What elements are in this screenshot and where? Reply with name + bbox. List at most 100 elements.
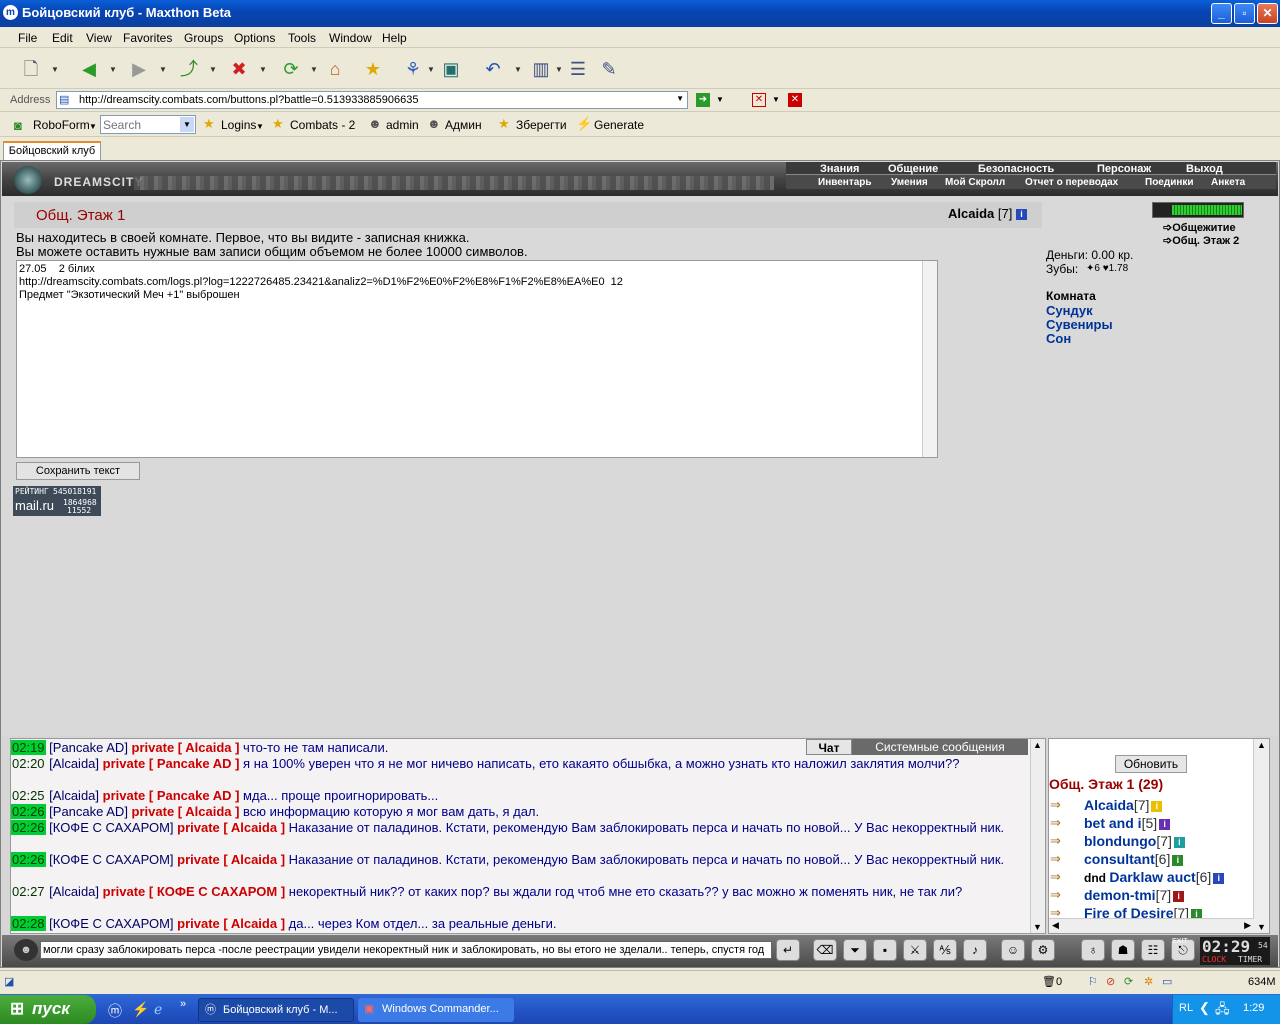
online-user-row[interactable]: ⇒ consultant[6] i [1050, 851, 1250, 869]
start-button[interactable]: ⊞ пуск [0, 995, 96, 1024]
chat-private-target[interactable]: private [ Pancake AD ] [103, 756, 243, 771]
rating-counter[interactable]: РЕЙТИНГ 545018191 mail.ru 1864968 11552 [13, 486, 101, 516]
maxthon-app-icon[interactable]: m [3, 5, 18, 20]
chat-time[interactable]: 02:26 [11, 852, 46, 867]
scroll-down-icon[interactable]: ▼ [1033, 922, 1042, 932]
tray-back-icon[interactable]: ❮ [1199, 1000, 1210, 1016]
translit-icon[interactable]: ⅍ [933, 939, 957, 961]
menu-options[interactable]: Options [234, 31, 275, 45]
network-icon[interactable]: 🖧 [1215, 1000, 1230, 1022]
nav-my-scroll[interactable]: Мой Скролл [945, 177, 1005, 188]
combats-link[interactable]: Combats - 2 [290, 118, 355, 132]
menu-groups[interactable]: Groups [184, 31, 223, 45]
trash-icon[interactable]: 🗑 [1042, 975, 1056, 988]
online-user-name[interactable]: bet and i[5] i [1084, 815, 1171, 831]
private-message-icon[interactable]: ⇒ [1050, 869, 1061, 885]
columns-icon[interactable]: ▥ [528, 56, 554, 82]
save-text-button[interactable]: Сохранить текст [16, 462, 140, 480]
save-link[interactable]: Зберегти [516, 118, 567, 132]
info-icon[interactable]: i [1173, 890, 1185, 902]
stop-icon[interactable]: ✖ [226, 56, 252, 82]
address-input[interactable]: ▤ http://dreamscity.combats.com/buttons.… [56, 91, 688, 109]
private-message-icon[interactable]: ⇒ [1050, 851, 1061, 867]
chat-settings-icon[interactable]: ⚙ [1031, 939, 1055, 961]
chat-sender[interactable]: [КОФЕ С САХАРОМ] [46, 852, 178, 867]
chevron-down-icon[interactable]: ▼ [427, 65, 435, 74]
chat-time[interactable]: 02:28 [11, 916, 46, 931]
eraser-icon[interactable]: ⌫ [813, 939, 837, 961]
link-dormitory[interactable]: ➩Общежитие [1163, 221, 1236, 234]
menu-tools[interactable]: Tools [288, 31, 316, 45]
favorites-star-icon[interactable]: ★ [360, 56, 386, 82]
info-icon[interactable]: i [1015, 209, 1027, 221]
tab-fight-club[interactable]: Бойцовский клуб [3, 141, 101, 160]
online-scrollbar[interactable]: ▲ ▼ [1253, 739, 1269, 933]
chat-time[interactable]: 02:20 [11, 756, 46, 771]
filter-icon[interactable]: ⏷ [843, 939, 867, 961]
nav-battles[interactable]: Поединки [1145, 177, 1194, 188]
chevron-down-icon[interactable]: ▼ [259, 65, 267, 74]
maximize-button[interactable]: ▫ [1234, 3, 1255, 24]
address-url[interactable]: http://dreamscity.combats.com/buttons.pl… [79, 94, 419, 106]
info-icon[interactable]: i [1172, 854, 1184, 866]
private-message-icon[interactable]: ⇒ [1050, 833, 1061, 849]
chevron-down-icon[interactable]: ▼ [209, 65, 217, 74]
nav-exit[interactable]: Выход [1186, 163, 1223, 175]
refresh-icon[interactable]: ⟳ [278, 56, 304, 82]
groups-icon[interactable]: ⚘ [400, 56, 426, 82]
scroll-down-icon[interactable]: ▼ [1257, 922, 1266, 932]
nav-inventory[interactable]: Инвентарь [818, 177, 872, 188]
online-user-row[interactable]: ⇒ blondungo[7] i [1050, 833, 1250, 851]
chat-time[interactable]: 02:27 [11, 884, 46, 899]
chevron-down-icon[interactable]: ▼ [772, 95, 780, 104]
nav-character[interactable]: Персонаж [1097, 163, 1151, 175]
chat-time[interactable]: 02:26 [11, 804, 46, 819]
chevron-down-icon[interactable]: ▼ [51, 65, 59, 74]
taskbar-item-windows-commander[interactable]: ▣ Windows Commander... [358, 998, 514, 1022]
info-icon[interactable]: i [1151, 800, 1163, 812]
menu-window[interactable]: Window [329, 31, 372, 45]
go-icon[interactable]: ➜ [696, 93, 710, 107]
close-window-button[interactable]: ✕ [1257, 3, 1278, 24]
chat-private-target[interactable]: private [ Alcaida ] [177, 820, 289, 835]
status-tool-icon[interactable]: ⚐ [1088, 975, 1098, 988]
language-indicator[interactable]: RL [1179, 1002, 1193, 1014]
info-icon[interactable]: i [1213, 872, 1225, 884]
generate-button[interactable]: Generate [594, 118, 644, 132]
chat-sender[interactable]: [Alcaida] [46, 788, 103, 803]
chevron-down-icon[interactable]: ▼ [109, 65, 117, 74]
chevron-down-icon[interactable]: ▼ [310, 65, 318, 74]
scroll-right-icon[interactable]: ▶ [1244, 920, 1251, 931]
notes-textarea[interactable]: 27.05 2 білих http://dreamscity.combats.… [16, 260, 938, 458]
online-user-name[interactable]: blondungo[7] i [1084, 833, 1185, 849]
nav-communication[interactable]: Общение [888, 163, 938, 175]
private-message-icon[interactable]: ⇒ [1050, 815, 1061, 831]
chat-private-target[interactable]: private [ Alcaida ] [177, 852, 289, 867]
online-user-name[interactable]: demon-tmi[7] i [1084, 887, 1185, 903]
online-user-row[interactable]: ⇒ bet and i[5] i [1050, 815, 1250, 833]
send-icon[interactable]: ↵ [776, 939, 800, 961]
admin-link[interactable]: admin [386, 118, 419, 132]
chat-time[interactable]: 02:19 [11, 740, 46, 755]
status-flash-icon[interactable]: ✲ [1144, 975, 1153, 988]
chat-scrollbar[interactable]: ▲ ▼ [1030, 739, 1045, 933]
chat-private-target[interactable]: private [ Alcaida ] [132, 804, 244, 819]
online-user-row[interactable]: ⇒ dnd Darklaw auct[6] i [1050, 869, 1250, 887]
edit-page-icon[interactable]: ✎ [596, 56, 622, 82]
chat-sender[interactable]: [Pancake AD] [46, 804, 132, 819]
quicklaunch-tool-icon[interactable]: ⚡ [132, 1001, 149, 1018]
money-bag-icon[interactable]: ♁ [1081, 939, 1105, 961]
up-icon[interactable]: ⤴ [176, 56, 202, 82]
clock-label[interactable]: CLOCK [1202, 955, 1226, 964]
link-souvenirs[interactable]: Сувениры [1046, 317, 1113, 332]
status-refresh-icon[interactable]: ⟳ [1124, 975, 1133, 988]
refresh-online-button[interactable]: Обновить [1115, 755, 1187, 773]
tray-clock[interactable]: 1:29 [1243, 1002, 1264, 1014]
nav-transfers[interactable]: Отчет о переводах [1025, 177, 1118, 188]
nav-skills[interactable]: Умения [891, 177, 928, 188]
chat-time[interactable]: 02:25 [11, 788, 46, 803]
user-name[interactable]: Alcaida [948, 206, 994, 221]
list-view-icon[interactable]: ☰ [565, 56, 591, 82]
chat-private-target[interactable]: private [ КОФЕ С САХАРОМ ] [103, 884, 289, 899]
back-icon[interactable]: ◀ [76, 56, 102, 82]
